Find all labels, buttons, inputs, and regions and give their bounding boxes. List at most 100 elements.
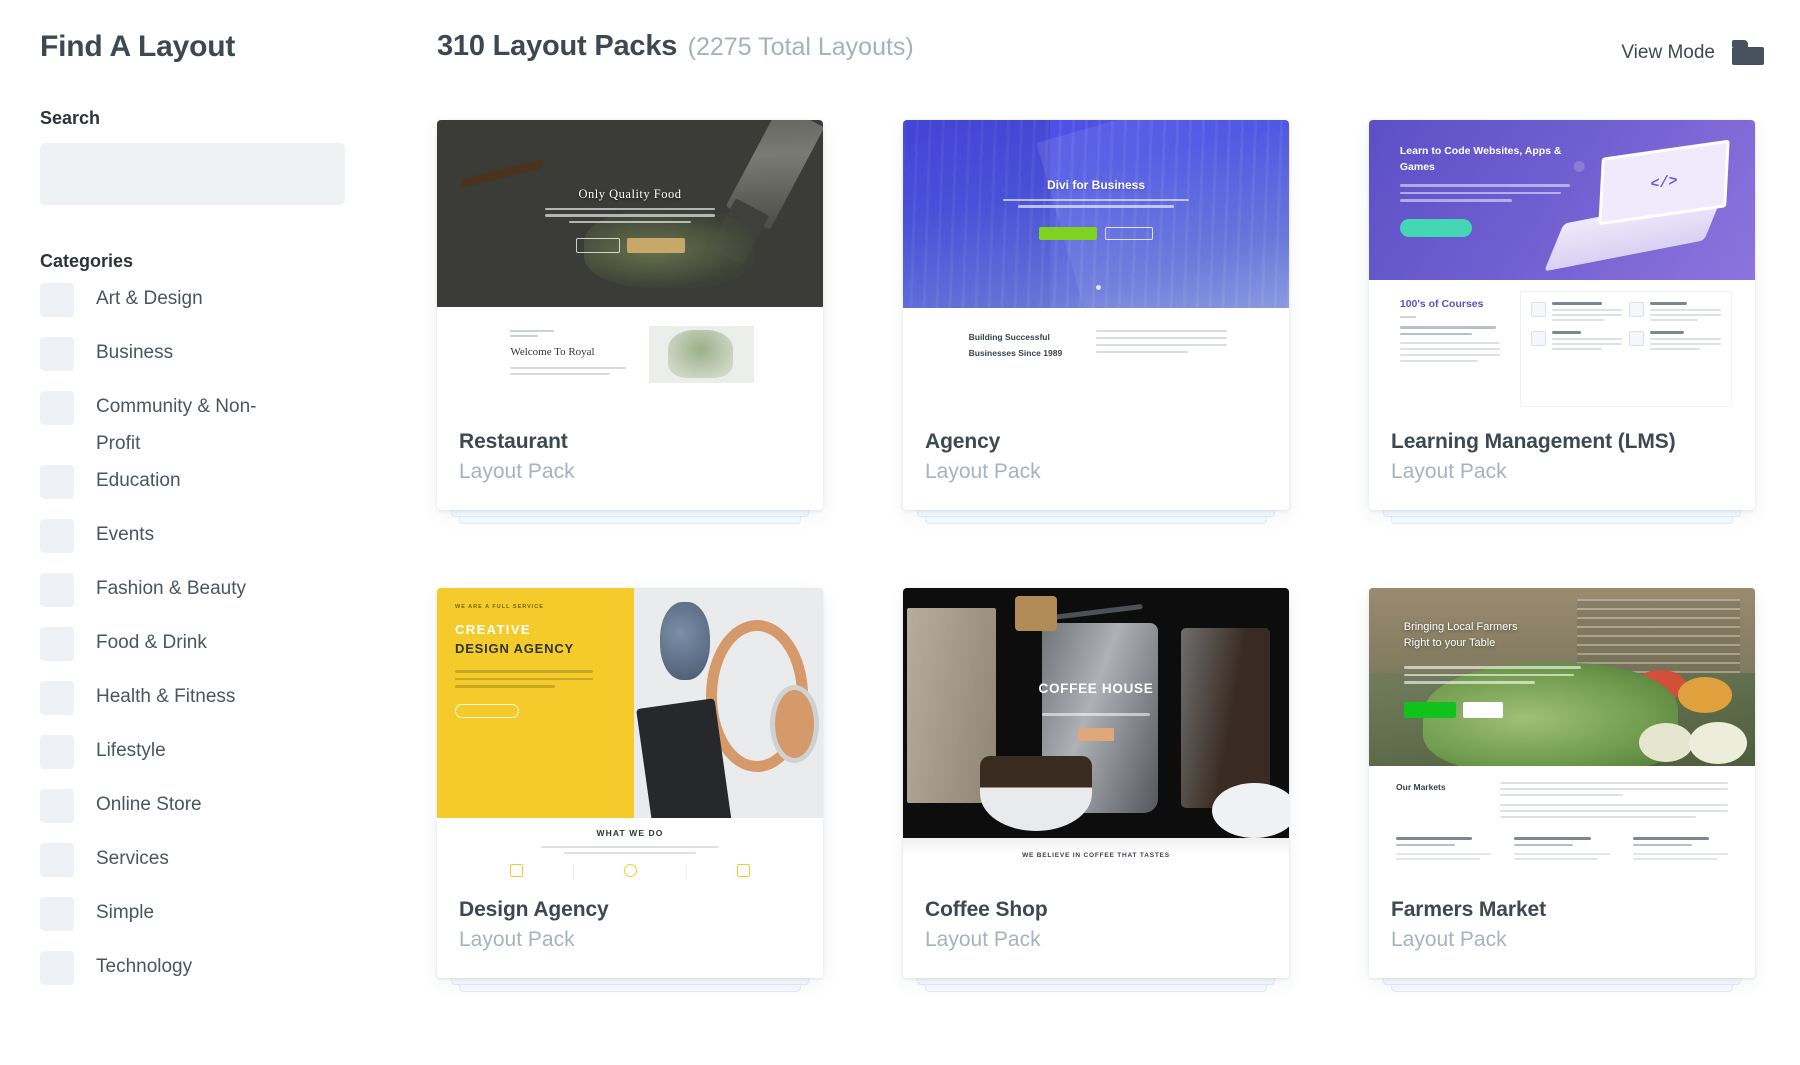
card-subtitle: Layout Pack (1391, 460, 1733, 484)
preview-button (1400, 219, 1472, 237)
layout-pack-card-coffee-shop[interactable]: COFFEE HOUSE WE BELIEVE IN COFFEE THAT T… (903, 588, 1289, 978)
card-thumbnail[interactable]: Bringing Local Farmers Right to your Tab… (1369, 588, 1755, 880)
card-footer: Farmers Market Layout Pack (1369, 880, 1755, 978)
checkbox-icon[interactable] (40, 951, 74, 985)
category-item-events[interactable]: Events (40, 516, 370, 570)
preview-feature (574, 864, 688, 880)
preview-body-lines (1400, 184, 1570, 207)
checkbox-icon[interactable] (40, 789, 74, 823)
preview-section-title: Building Successful Businesses Since 198… (969, 329, 1069, 361)
layout-pack-grid: Only Quality Food (410, 100, 1800, 978)
search-input[interactable] (40, 143, 345, 205)
category-item-community-non-profit[interactable]: Community & Non-Profit (40, 388, 370, 462)
category-item-art-design[interactable]: Art & Design (40, 280, 370, 334)
checkbox-icon[interactable] (40, 391, 74, 425)
checkbox-icon[interactable] (40, 735, 74, 769)
category-item-simple[interactable]: Simple (40, 894, 370, 948)
card-subtitle: Layout Pack (459, 928, 801, 952)
layout-pack-card-farmers-market[interactable]: Bringing Local Farmers Right to your Tab… (1369, 588, 1755, 978)
preview-columns (1396, 837, 1728, 864)
feature-icon (624, 864, 637, 877)
preview-feature (1531, 302, 1623, 324)
preview-feature-grid (1521, 292, 1731, 363)
sidebar: Find A Layout Search Categories Art & De… (0, 0, 410, 1065)
category-item-online-store[interactable]: Online Store (40, 786, 370, 840)
category-label: Food & Drink (96, 624, 207, 661)
preview-column (1396, 837, 1491, 864)
category-label: Events (96, 516, 154, 553)
category-label: Business (96, 334, 173, 371)
category-label: Education (96, 462, 181, 499)
checkbox-icon[interactable] (40, 573, 74, 607)
layout-pack-card-restaurant[interactable]: Only Quality Food (437, 120, 823, 510)
card-footer: Learning Management (LMS) Layout Pack (1369, 412, 1755, 510)
category-label: Community & Non-Profit (96, 388, 296, 462)
card-thumbnail[interactable]: Only Quality Food (437, 120, 823, 412)
card-thumbnail[interactable]: WE ARE A FULL SERVICE CREATIVE DESIGN AG… (437, 588, 823, 880)
checkbox-icon[interactable] (40, 465, 74, 499)
category-item-education[interactable]: Education (40, 462, 370, 516)
card-thumbnail[interactable]: </> Learn to Code Websites, Apps & Games… (1369, 120, 1755, 412)
checkbox-icon[interactable] (40, 897, 74, 931)
checkbox-icon[interactable] (40, 337, 74, 371)
checkbox-icon[interactable] (40, 681, 74, 715)
preview-image (634, 588, 823, 818)
category-item-technology[interactable]: Technology (40, 948, 370, 1002)
preview-hero: Divi for Business (903, 120, 1289, 308)
preview-button (1078, 728, 1114, 741)
view-mode-toggle[interactable]: View Mode (1621, 40, 1764, 65)
preview-body-lines (1096, 330, 1227, 358)
preview-body-lines (1500, 782, 1728, 822)
preview-hero-buttons (1404, 702, 1503, 718)
layout-pack-card-agency[interactable]: Divi for Business Building Success (903, 120, 1289, 510)
preview-hero-title-2: DESIGN AGENCY (455, 641, 616, 656)
layout-pack-card-lms[interactable]: </> Learn to Code Websites, Apps & Games… (1369, 120, 1755, 510)
card-title: Agency (925, 430, 1267, 454)
preview-section-title: WHAT WE DO (437, 818, 823, 838)
card-subtitle: Layout Pack (1391, 928, 1733, 952)
preview-hero-title: Learn to Code Websites, Apps & Games (1400, 144, 1585, 176)
preview-hero: WE ARE A FULL SERVICE CREATIVE DESIGN AG… (437, 588, 823, 818)
checkbox-icon[interactable] (40, 843, 74, 877)
checkbox-icon[interactable] (40, 627, 74, 661)
preview-hero-title: Divi for Business (903, 178, 1289, 192)
card-title: Coffee Shop (925, 898, 1267, 922)
preview-hero: Bringing Local Farmers Right to your Tab… (1369, 588, 1755, 766)
feature-icon (510, 864, 523, 877)
category-item-food-drink[interactable]: Food & Drink (40, 624, 370, 678)
checkbox-icon[interactable] (40, 519, 74, 553)
category-label: Fashion & Beauty (96, 570, 246, 607)
preview-hero-title-line1: Bringing Local Farmers (1404, 621, 1518, 633)
preview-body: Building Successful Businesses Since 198… (903, 308, 1289, 412)
preview-column (1633, 837, 1728, 864)
category-item-services[interactable]: Services (40, 840, 370, 894)
layout-pack-count: 310 Layout Packs (437, 30, 677, 62)
card-footer: Coffee Shop Layout Pack (903, 880, 1289, 978)
page-title: Find A Layout (40, 30, 370, 64)
category-item-lifestyle[interactable]: Lifestyle (40, 732, 370, 786)
category-item-fashion-beauty[interactable]: Fashion & Beauty (40, 570, 370, 624)
preview-hero-title-line2: Right to your Table (1404, 637, 1496, 649)
category-item-health-fitness[interactable]: Health & Fitness (40, 678, 370, 732)
preview-kicker: WE ARE A FULL SERVICE (455, 604, 616, 610)
preview-hero-title: CREATIVE (455, 622, 616, 637)
category-item-business[interactable]: Business (40, 334, 370, 388)
feature-icon (1629, 302, 1644, 317)
preview-body: WE BELIEVE IN COFFEE THAT TASTES (903, 838, 1289, 880)
folder-icon[interactable] (1732, 40, 1764, 65)
categories-label: Categories (40, 251, 370, 272)
preview-body-lines (545, 208, 715, 224)
preview-feature (1531, 331, 1623, 353)
checkbox-icon[interactable] (40, 283, 74, 317)
preview-button (576, 238, 620, 253)
category-list: Art & Design Business Community & Non-Pr… (40, 280, 370, 1002)
preview-hero-title: Bringing Local Farmers Right to your Tab… (1404, 620, 1620, 652)
feature-icon (1531, 302, 1546, 317)
feature-icon (737, 864, 750, 877)
preview-feature (1629, 302, 1721, 324)
card-thumbnail[interactable]: COFFEE HOUSE WE BELIEVE IN COFFEE THAT T… (903, 588, 1289, 880)
layout-pack-card-design-agency[interactable]: WE ARE A FULL SERVICE CREATIVE DESIGN AG… (437, 588, 823, 978)
preview-hero: Only Quality Food (437, 120, 823, 307)
feature-icon (1531, 331, 1546, 346)
card-thumbnail[interactable]: Divi for Business Building Success (903, 120, 1289, 412)
